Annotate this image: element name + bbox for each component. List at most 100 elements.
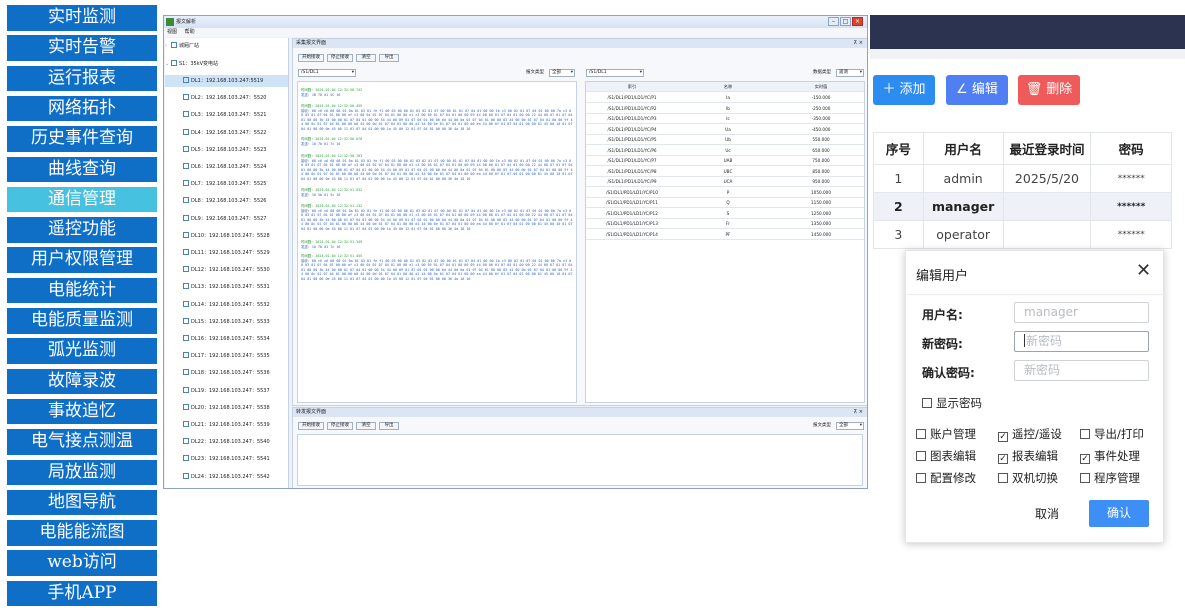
- tree-channel-node[interactable]: DL6：192.168.103.247：5524: [165, 161, 288, 173]
- minimize-icon[interactable]: –: [828, 17, 839, 26]
- tree-channel-node[interactable]: DL17：192.168.103.247：5535: [165, 350, 288, 362]
- permission-checkbox[interactable]: 导出/打印: [1080, 426, 1144, 442]
- tree-channel-node[interactable]: DL7：192.168.103.247：5525: [165, 178, 288, 190]
- confirm-button[interactable]: 确认: [1089, 500, 1149, 527]
- sidebar-item-0[interactable]: 实时监测: [7, 5, 157, 31]
- menu-help[interactable]: 帮助: [185, 29, 195, 35]
- tree-channel-node[interactable]: DL12：192.168.103.247：5530: [165, 264, 288, 276]
- new-password-field[interactable]: 新密码: [1014, 331, 1149, 352]
- tree-channel-node[interactable]: DL18：192.168.103.247：5536: [165, 367, 288, 379]
- sidebar-item-1[interactable]: 实时告警: [7, 35, 157, 61]
- tree-channel-node[interactable]: DL2：192.168.103.247：5520: [165, 92, 288, 104]
- permission-checkbox[interactable]: 配置修改: [916, 470, 976, 486]
- table-row[interactable]: /S1/DL1/PD1/LD1/YC/P5 Ub 550.000: [586, 135, 864, 145]
- permission-checkbox[interactable]: ✓ 遥控/遥设: [998, 426, 1062, 442]
- permission-checkbox[interactable]: 双机切换: [998, 470, 1058, 486]
- edit-user-button[interactable]: ∠ 编辑: [946, 75, 1008, 105]
- start-receive-button[interactable]: 开始接收: [298, 422, 324, 430]
- tree-channel-node[interactable]: DL19：192.168.103.247：5537: [165, 385, 288, 397]
- sidebar-item-6[interactable]: 通信管理: [7, 186, 157, 213]
- sidebar-item-14[interactable]: 电气接点测温: [7, 429, 157, 455]
- username-field[interactable]: manager: [1014, 302, 1149, 323]
- close-icon[interactable]: ✕: [1136, 260, 1151, 281]
- tree-channel-node[interactable]: DL23：192.168.103.247：5541: [165, 453, 288, 465]
- menu-view[interactable]: 视图: [167, 29, 177, 35]
- sidebar-item-13[interactable]: 事故追忆: [7, 398, 157, 425]
- tree-channel-node[interactable]: DL8：192.168.103.247：5526: [165, 195, 288, 207]
- table-row[interactable]: /S1/DL1/PD1/LD1/YC/P10 P 1050.000: [586, 188, 864, 198]
- sidebar-item-12[interactable]: 故障录波: [7, 368, 157, 395]
- close-icon[interactable]: ×: [852, 17, 863, 26]
- sidebar-item-3[interactable]: 网络拓扑: [7, 95, 157, 122]
- permission-checkbox[interactable]: 图表编辑: [916, 448, 976, 464]
- tree-channel-node[interactable]: DL14：192.168.103.247：5532: [165, 299, 288, 311]
- table-row[interactable]: /S1/DL1/PD1/LD1/YC/P2 Ib -250.000: [586, 104, 864, 114]
- tree-channel-node[interactable]: DL10：192.168.103.247：5528: [165, 230, 288, 242]
- forward-message-area[interactable]: [297, 434, 863, 486]
- sidebar-item-8[interactable]: 用户权限管理: [7, 247, 157, 273]
- sidebar-item-10[interactable]: 电能质量监测: [7, 308, 157, 334]
- tree-channel-node[interactable]: DL3：192.168.103.247：5521: [165, 109, 288, 121]
- tree-channel-node[interactable]: DL20：192.168.103.247：5538: [165, 402, 288, 414]
- sidebar-item-7[interactable]: 遥控功能: [7, 217, 157, 243]
- tree-root-node[interactable]: › 城厢厂站: [165, 40, 288, 52]
- cancel-button[interactable]: 取消: [1022, 502, 1072, 527]
- sidebar-item-15[interactable]: 局放监测: [7, 459, 157, 485]
- stop-receive-button[interactable]: 停止接收: [327, 422, 353, 430]
- sidebar-item-18[interactable]: web访问: [7, 550, 157, 576]
- tree-channel-node[interactable]: DL16：192.168.103.247：5534: [165, 333, 288, 345]
- tree-channel-node[interactable]: DL1：192.168.103.247:5519: [165, 75, 288, 87]
- add-user-button[interactable]: ＋添加: [873, 75, 935, 105]
- maximize-icon[interactable]: □: [840, 17, 851, 26]
- show-password-checkbox[interactable]: 显示密码: [922, 395, 982, 411]
- table-row[interactable]: /S1/DL1/PD1/LD1/YC/P7 UAB 750.000: [586, 156, 864, 166]
- channel-select[interactable]: /S1/DL1 ▾: [298, 69, 356, 77]
- sidebar-item-4[interactable]: 历史事件查询: [7, 126, 157, 152]
- table-row[interactable]: /S1/DL1/PD1/LD1/YC/P4 Ua -450.000: [586, 125, 864, 135]
- permission-checkbox[interactable]: ✓ 事件处理: [1080, 448, 1140, 464]
- tree-channel-node[interactable]: DL24：192.168.103.247：5542: [165, 471, 288, 483]
- tree-channel-node[interactable]: DL22：192.168.103.247：5540: [165, 436, 288, 448]
- tree-channel-node[interactable]: DL21：192.168.103.247：5539: [165, 419, 288, 431]
- tree-channel-node[interactable]: DL4：192.168.103.247：5522: [165, 127, 288, 139]
- sidebar-item-16[interactable]: 地图导航: [7, 489, 157, 516]
- start-receive-button[interactable]: 开始接收: [298, 54, 324, 62]
- message-type-select[interactable]: 全部 ▾: [549, 69, 575, 77]
- table-row[interactable]: 3 operator ******: [873, 220, 1172, 249]
- tree-channel-node[interactable]: DL11：192.168.103.247：5529: [165, 247, 288, 259]
- tree-channel-node[interactable]: DL9：192.168.103.247：5527: [165, 213, 288, 225]
- tree-channel-node[interactable]: DL15：192.168.103.247：5533: [165, 316, 288, 328]
- export-button[interactable]: 导出: [379, 54, 399, 62]
- table-row[interactable]: /S1/DL1/PD1/LD1/YC/P11 Q 1150.000: [586, 198, 864, 208]
- table-row[interactable]: /S1/DL1/PD1/LD1/YC/P14 PF 1450.000: [586, 230, 864, 240]
- panel-pin-close-icon[interactable]: ⊼ ×: [854, 408, 863, 417]
- table-row[interactable]: /S1/DL1/PD1/LD1/YC/P6 Uc 650.000: [586, 146, 864, 156]
- data-type-select[interactable]: 遥测 ▾: [836, 69, 864, 77]
- panel-pin-close-icon[interactable]: ⊼ ×: [854, 39, 863, 48]
- table-row[interactable]: 1 admin 2025/5/20 ******: [873, 164, 1172, 193]
- sidebar-item-11[interactable]: 弧光监测: [7, 338, 157, 364]
- sidebar-item-2[interactable]: 运行报表: [7, 65, 157, 92]
- clear-button[interactable]: 清空: [356, 422, 376, 430]
- permission-checkbox[interactable]: ✓ 报表编辑: [998, 448, 1058, 464]
- sidebar-item-9[interactable]: 电能统计: [7, 277, 157, 304]
- message-type-select[interactable]: 全部 ▾: [836, 422, 864, 430]
- table-row[interactable]: /S1/DL1/PD1/LD1/YC/P12 S 1250.000: [586, 209, 864, 219]
- table-row[interactable]: /S1/DL1/PD1/LD1/YC/P13 Fr 1350.000: [586, 219, 864, 229]
- table-row[interactable]: /S1/DL1/PD1/LD1/YC/P3 Ic -350.000: [586, 114, 864, 124]
- sidebar-item-5[interactable]: 曲线查询: [7, 156, 157, 182]
- clear-button[interactable]: 清空: [356, 54, 376, 62]
- table-row[interactable]: /S1/DL1/PD1/LD1/YC/P9 UCA 950.000: [586, 177, 864, 187]
- table-row[interactable]: /S1/DL1/PD1/LD1/YC/P1 Ia -150.000: [586, 93, 864, 103]
- table-row[interactable]: 2 manager ******: [873, 192, 1172, 221]
- table-row[interactable]: /S1/DL1/PD1/LD1/YC/P8 UBC 850.000: [586, 167, 864, 177]
- message-log[interactable]: 时间戳: 2024-01-04 12:32:50.742 发送: 1B 7D 01…: [297, 81, 577, 403]
- confirm-password-field[interactable]: 新密码: [1014, 360, 1149, 381]
- tree-station-node[interactable]: ⌄ S1：35kV变电站: [165, 58, 288, 70]
- permission-checkbox[interactable]: 账户管理: [916, 426, 976, 442]
- permission-checkbox[interactable]: 程序管理: [1080, 470, 1140, 486]
- tree-channel-node[interactable]: DL13：192.168.103.247：5531: [165, 281, 288, 293]
- tree-channel-node[interactable]: DL5：192.168.103.247：5523: [165, 144, 288, 156]
- sidebar-item-17[interactable]: 电能能流图: [7, 520, 157, 546]
- delete-user-button[interactable]: 🗑 删除: [1018, 75, 1080, 105]
